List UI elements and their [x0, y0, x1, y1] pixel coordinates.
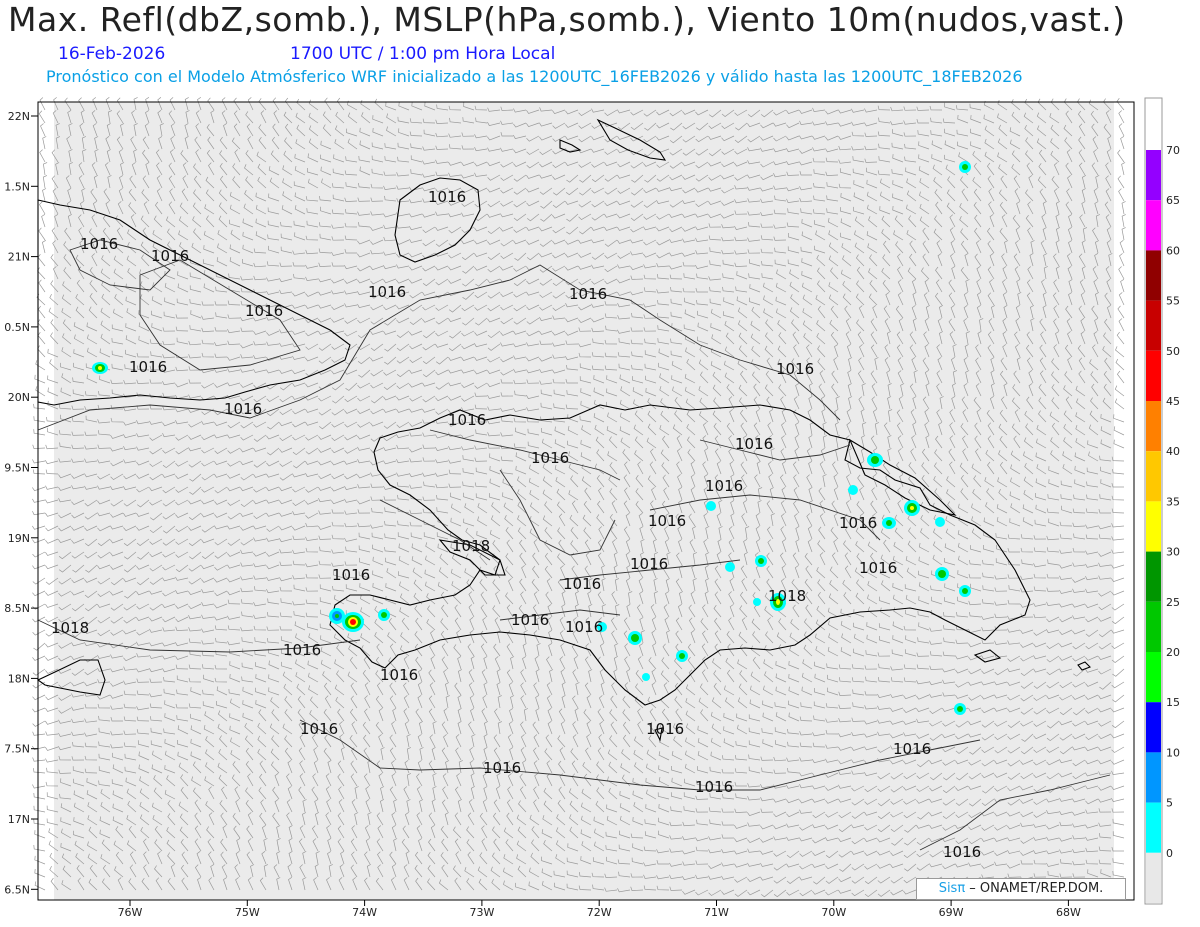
wind-barb [42, 188, 47, 202]
wind-barb [1112, 818, 1125, 826]
wind-barb [1114, 398, 1125, 410]
map-plot-area [54, 102, 1114, 900]
wind-barb [32, 525, 46, 530]
wind-barb [1117, 305, 1125, 319]
wind-barb [1112, 858, 1125, 865]
wind-barb [32, 459, 46, 464]
wind-barb [1112, 668, 1125, 677]
wind-barb [1120, 279, 1125, 293]
wind-barb [1117, 175, 1125, 189]
wind-barb [35, 360, 46, 371]
wind-barb [33, 844, 46, 852]
wind-barb [1115, 358, 1125, 371]
wind-barb [37, 253, 46, 267]
wind-barb [1118, 110, 1125, 124]
wind-barb [33, 792, 46, 800]
wind-barb [32, 444, 46, 449]
wind-barb [33, 819, 46, 826]
wind-barb [1118, 318, 1125, 332]
wind-barb [42, 136, 47, 150]
wind-barb [34, 830, 46, 839]
wind-barb [1118, 188, 1125, 202]
wind-barb [32, 486, 46, 492]
wind-barb [40, 123, 46, 137]
wind-barb [32, 629, 46, 636]
wind-barb [39, 149, 46, 163]
wind-barb [38, 227, 46, 241]
wind-barb [37, 305, 46, 319]
wind-barb [32, 590, 46, 597]
wind-barb [32, 551, 46, 558]
wind-barb [1119, 240, 1125, 254]
wind-barb [37, 267, 46, 280]
wind-barb [34, 868, 46, 878]
wind-barb [37, 319, 46, 332]
wind-barb [35, 386, 46, 397]
wind-barb [34, 374, 46, 384]
wind-barb [32, 731, 46, 736]
wind-barb [32, 498, 46, 503]
wind-barb [43, 162, 48, 176]
wind-barb [1116, 331, 1125, 345]
wind-barb [1116, 97, 1125, 111]
wind-barb [1112, 468, 1125, 475]
wind-barb [1113, 426, 1125, 436]
wind-barb [32, 616, 46, 623]
wind-barb [1113, 414, 1125, 423]
wind-barb [37, 345, 46, 358]
wind-barb [32, 538, 46, 544]
wind-barb [38, 110, 46, 124]
wind-barb [32, 469, 46, 475]
wind-barb [32, 681, 46, 689]
weather-map: 1016101610161016101610161016101610161016… [4, 97, 1180, 919]
wind-barb [37, 331, 46, 345]
wind-barb [32, 694, 46, 701]
wind-barb [1121, 214, 1126, 228]
wind-barb [1121, 201, 1126, 215]
wind-barb [33, 429, 46, 436]
wind-barb [33, 642, 46, 651]
wind-barb [32, 757, 46, 762]
wind-barb [32, 577, 46, 585]
wind-barb [1114, 385, 1125, 397]
wind-barb [32, 707, 46, 713]
wind-barb [33, 805, 46, 813]
wind-barb [32, 720, 46, 727]
wind-barb [34, 855, 46, 865]
wind-barb [1116, 370, 1125, 384]
wind-barb [42, 175, 48, 189]
wind-barb [1121, 227, 1126, 241]
wind-barb [33, 416, 46, 423]
wind-barb [41, 239, 47, 254]
wind-barb [38, 279, 46, 293]
wind-barb [1112, 831, 1125, 839]
wind-barb [1119, 253, 1125, 267]
wind-barb [1118, 123, 1125, 137]
wind-barb [32, 510, 46, 516]
wind-barb [39, 97, 46, 111]
wind-barb [1115, 346, 1125, 358]
wind-barb [41, 214, 46, 228]
wind-barb [1118, 266, 1125, 280]
wind-barb [1113, 439, 1125, 449]
wind-barb [1121, 162, 1126, 176]
wind-barb [1118, 292, 1125, 306]
wind-barb [1120, 136, 1125, 150]
wind-barb [33, 403, 46, 410]
wind-barb [32, 668, 46, 676]
wind-barb [39, 201, 46, 215]
wind-barb [32, 655, 46, 661]
wind-barb [1117, 149, 1125, 163]
wind-barb [32, 564, 46, 570]
wind-barb [32, 768, 46, 774]
wind-barb [32, 784, 46, 789]
